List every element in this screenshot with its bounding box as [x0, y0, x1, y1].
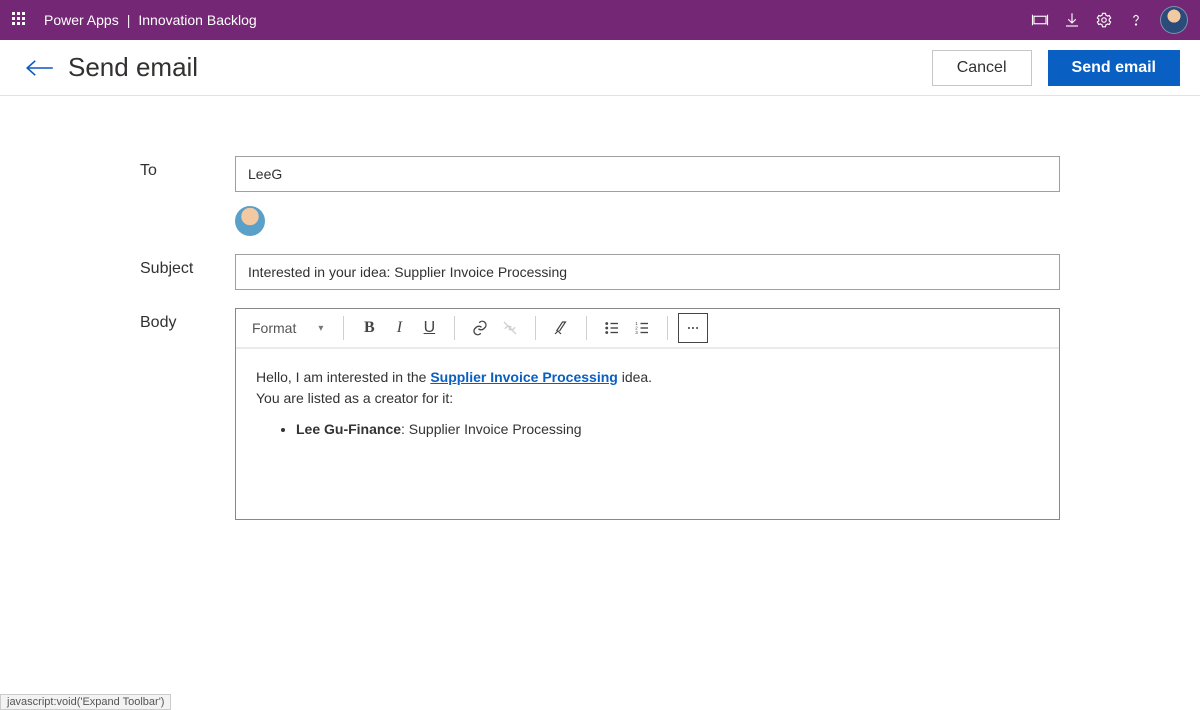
product-name: Power Apps	[44, 12, 119, 28]
title-divider: |	[127, 12, 131, 28]
svg-text:3: 3	[636, 330, 639, 335]
page-title: Send email	[68, 52, 198, 83]
italic-button[interactable]: I	[384, 313, 414, 343]
unlink-button	[495, 313, 525, 343]
underline-button[interactable]: U	[414, 313, 444, 343]
creator-name: Lee Gu-Finance	[296, 421, 401, 437]
subject-label: Subject	[140, 254, 235, 278]
body-text: idea.	[618, 369, 652, 385]
app-launcher-icon[interactable]	[12, 12, 28, 28]
toolbar-separator	[454, 316, 455, 340]
clear-formatting-button[interactable]	[546, 313, 576, 343]
download-icon[interactable]	[1056, 4, 1088, 36]
page-header: Send email Cancel Send email	[0, 40, 1200, 96]
body-text: Hello, I am interested in the	[256, 369, 430, 385]
email-form: To Subject Body Format ▾	[0, 96, 1200, 538]
help-icon[interactable]	[1120, 4, 1152, 36]
bold-button[interactable]: B	[354, 313, 384, 343]
back-button[interactable]	[20, 48, 60, 88]
toolbar-separator	[535, 316, 536, 340]
cancel-button[interactable]: Cancel	[932, 50, 1032, 86]
toolbar-separator	[667, 316, 668, 340]
chevron-down-icon: ▾	[318, 323, 323, 334]
numbered-list-button[interactable]: 123	[627, 313, 657, 343]
creator-list-item: Lee Gu-Finance: Supplier Invoice Process…	[296, 419, 1039, 440]
recipient-avatar[interactable]	[235, 206, 265, 236]
body-text: You are listed as a creator for it:	[256, 388, 1039, 409]
to-input[interactable]	[235, 156, 1060, 192]
browser-status-bar: javascript:void('Expand Toolbar')	[0, 694, 171, 710]
format-dropdown[interactable]: Format ▾	[246, 313, 333, 343]
idea-link[interactable]: Supplier Invoice Processing	[430, 369, 618, 385]
rich-text-editor: Format ▾ B I U	[235, 308, 1060, 520]
format-dropdown-label: Format	[252, 320, 296, 336]
subject-input[interactable]	[235, 254, 1060, 290]
toolbar-separator	[343, 316, 344, 340]
to-label: To	[140, 156, 235, 180]
link-button[interactable]	[465, 313, 495, 343]
rte-toolbar: Format ▾ B I U	[236, 309, 1059, 349]
body-label: Body	[140, 308, 235, 332]
toolbar-separator	[586, 316, 587, 340]
creator-role: : Supplier Invoice Processing	[401, 421, 582, 437]
fit-screen-icon[interactable]	[1024, 4, 1056, 36]
expand-toolbar-button[interactable]	[678, 313, 708, 343]
app-name: Innovation Backlog	[138, 12, 256, 28]
bulleted-list-button[interactable]	[597, 313, 627, 343]
global-header: Power Apps | Innovation Backlog	[0, 0, 1200, 40]
send-email-button[interactable]: Send email	[1048, 50, 1180, 86]
settings-icon[interactable]	[1088, 4, 1120, 36]
user-avatar[interactable]	[1160, 6, 1188, 34]
email-body-editor[interactable]: Hello, I am interested in the Supplier I…	[236, 349, 1059, 519]
